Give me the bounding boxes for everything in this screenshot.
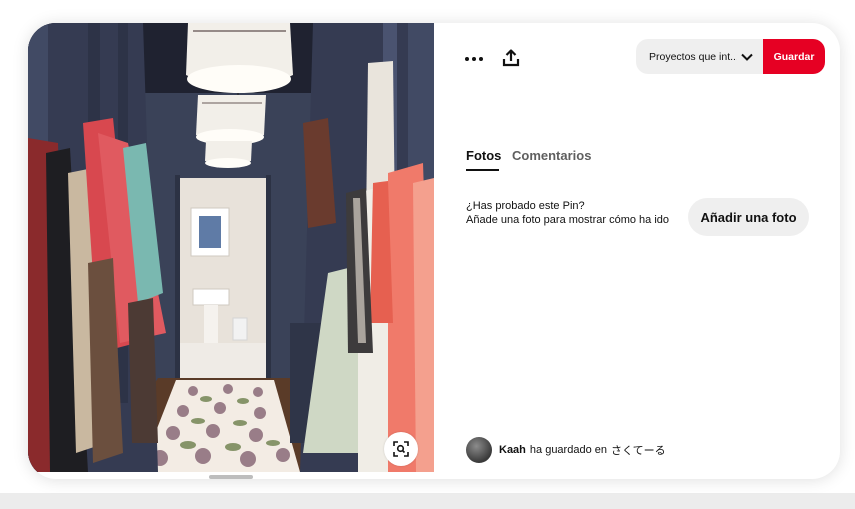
image-scroll-indicator[interactable]	[209, 475, 253, 479]
pin-card: Proyectos que int... Guardar Fotos Comen…	[28, 23, 840, 479]
saved-by-text: ha guardado en	[529, 444, 607, 456]
tried-pin-prompt: ¿Has probado este Pin? Añade una foto pa…	[466, 199, 669, 227]
tab-photos[interactable]: Fotos	[466, 148, 501, 163]
save-button[interactable]: Guardar	[763, 39, 825, 74]
active-tab-underline	[466, 169, 499, 171]
lens-search-icon	[393, 441, 409, 457]
tried-pin-hint: Añade una foto para mostrar cómo ha ido	[466, 214, 670, 226]
saved-board-link[interactable]: さくてーる	[611, 442, 666, 458]
visual-search-button[interactable]	[384, 432, 418, 466]
ellipsis-icon	[465, 57, 469, 61]
add-photo-button[interactable]: Añadir una foto	[688, 198, 809, 236]
tab-comments[interactable]: Comentarios	[512, 148, 591, 163]
tried-pin-question: ¿Has probado este Pin?	[466, 200, 585, 212]
chevron-down-icon	[741, 53, 753, 61]
closet-photo	[28, 23, 434, 472]
saved-by-user[interactable]: Kaah	[499, 444, 526, 456]
share-upload-icon	[502, 49, 520, 67]
share-button[interactable]	[496, 43, 526, 73]
bottom-strip	[0, 493, 855, 509]
board-select-dropdown[interactable]: Proyectos que int...	[636, 39, 763, 74]
more-options-button[interactable]	[459, 44, 489, 74]
board-select-label: Proyectos que int...	[649, 50, 737, 63]
avatar[interactable]	[466, 437, 492, 463]
saved-by-row: Kaah ha guardado en さくてーる	[466, 437, 666, 463]
pin-details-panel: Proyectos que int... Guardar Fotos Comen…	[434, 23, 840, 479]
pin-image[interactable]	[28, 23, 434, 472]
